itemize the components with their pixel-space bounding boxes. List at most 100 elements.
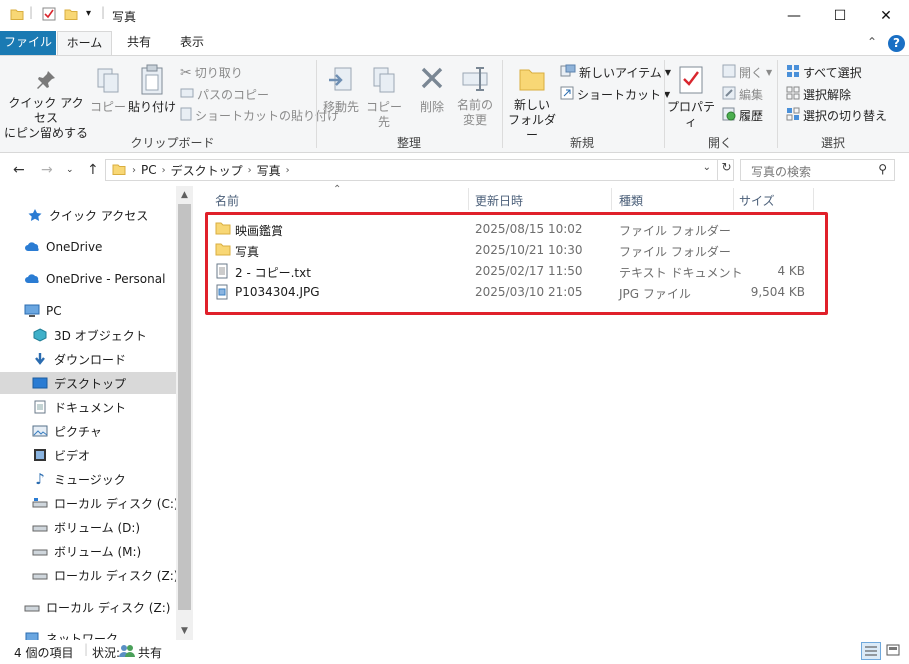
pin-quick-access-button[interactable]: クイック アクセス にピン留めする (4, 68, 88, 141)
status-bar: 4 個の項目 | 状況: 共有 (0, 640, 909, 664)
copy-to-label: コピー先 (365, 100, 402, 129)
rename-button[interactable]: 名前の 変更 (452, 64, 498, 128)
nav-item-volume-d[interactable]: ボリューム (D:) (0, 516, 176, 538)
edit-button[interactable]: 編集 (722, 86, 763, 103)
move-to-button[interactable]: 移動先 (320, 66, 362, 115)
scroll-thumb[interactable] (178, 204, 191, 610)
column-header-name[interactable]: 名前 (215, 192, 239, 209)
scroll-down-icon[interactable]: ▼ (176, 626, 193, 636)
nav-item-onedrive-personal[interactable]: OneDrive - Personal (0, 268, 176, 290)
nav-item-3d-objects[interactable]: 3D オブジェクト (0, 324, 176, 346)
tab-share[interactable]: 共有 (115, 31, 163, 55)
breadcrumb-desktop[interactable]: デスクトップ (171, 162, 243, 179)
new-item-button[interactable]: 新しいアイテム ▼ (560, 64, 671, 81)
crumb-separator-icon[interactable]: › (162, 165, 166, 176)
item-count: 4 個の項目 (14, 646, 74, 660)
shortcut-button[interactable]: ショートカット ▼ (560, 86, 670, 103)
crumb-separator-icon[interactable]: › (248, 165, 252, 176)
properties-button[interactable]: プロパティ (666, 64, 716, 130)
properties-icon (679, 66, 703, 94)
collapse-ribbon-icon[interactable]: ⌃ (867, 35, 877, 49)
qa-separator: | (29, 5, 34, 19)
history-button[interactable]: 履歴 (722, 107, 763, 124)
nav-item-volume-m[interactable]: ボリューム (M:) (0, 540, 176, 562)
move-to-icon (329, 67, 352, 91)
nav-label: クイック アクセス (49, 208, 149, 223)
copy-to-button[interactable]: コピー先 (363, 66, 405, 130)
scroll-up-icon[interactable]: ▲ (176, 190, 193, 200)
highlight-box (205, 212, 828, 315)
breadcrumb-pc[interactable]: PC (141, 163, 157, 177)
crumb-separator-icon[interactable]: › (132, 165, 136, 176)
tab-home[interactable]: ホーム (57, 31, 112, 56)
organize-group-label: 整理 (396, 136, 421, 150)
new-folder-qa-icon[interactable] (64, 7, 78, 24)
column-divider[interactable] (813, 188, 814, 210)
delete-icon (421, 67, 443, 89)
back-icon[interactable]: ← (13, 162, 25, 178)
minimize-button[interactable]: — (771, 0, 817, 31)
nav-item-local-disk-z-2[interactable]: ローカル ディスク (Z:) (0, 596, 176, 618)
nav-item-local-disk-z[interactable]: ローカル ディスク (Z:) (0, 564, 176, 586)
search-input[interactable]: 写真の検索 ⚲ (740, 159, 895, 181)
forward-icon[interactable]: → (41, 162, 53, 178)
nav-item-pc[interactable]: PC (0, 300, 176, 322)
refresh-icon[interactable]: ↻ (717, 160, 735, 180)
nav-item-music[interactable]: ♪ ミュージック (0, 468, 176, 490)
search-icon[interactable]: ⚲ (878, 162, 887, 176)
breadcrumb-photos[interactable]: 写真 (257, 162, 281, 179)
drive-icon (32, 519, 48, 535)
nav-item-desktop[interactable]: デスクトップ (0, 372, 176, 394)
address-dropdown-icon[interactable]: ⌄ (703, 162, 711, 173)
crumb-separator-icon[interactable]: › (286, 165, 290, 176)
nav-item-local-disk-c[interactable]: ローカル ディスク (C:) (0, 492, 176, 514)
copy-button[interactable]: コピー (90, 66, 126, 115)
nav-item-videos[interactable]: ビデオ (0, 444, 176, 466)
folder-icon (10, 7, 24, 24)
close-button[interactable]: ✕ (863, 0, 909, 31)
tab-file[interactable]: ファイル (0, 31, 56, 55)
address-bar[interactable]: › PC › デスクトップ › 写真 › ⌄ ↻ (105, 159, 734, 181)
large-icons-view-icon[interactable] (884, 642, 904, 660)
qa-dropdown-icon[interactable]: ▾ (86, 8, 91, 19)
nav-item-documents[interactable]: ドキュメント (0, 396, 176, 418)
maximize-button[interactable]: ☐ (817, 0, 863, 31)
nav-item-onedrive[interactable]: OneDrive (0, 236, 176, 258)
pc-icon (24, 303, 40, 319)
desktop-icon (32, 375, 48, 391)
details-view-icon[interactable] (861, 642, 881, 660)
nav-scrollbar[interactable]: ▲ ▼ (176, 186, 193, 640)
column-header-date[interactable]: 更新日時 (475, 192, 523, 209)
paste-button[interactable]: 貼り付け (128, 64, 176, 115)
invert-selection-button[interactable]: 選択の切り替え (786, 107, 887, 124)
nav-item-pictures[interactable]: ピクチャ (0, 420, 176, 442)
new-item-label: 新しいアイテム (579, 66, 662, 80)
nav-item-quick-access[interactable]: クイック アクセス (0, 204, 176, 226)
cut-button[interactable]: ✂ 切り取り (180, 64, 243, 81)
help-icon[interactable]: ? (888, 35, 905, 52)
select-group-label: 選択 (820, 136, 845, 150)
select-none-button[interactable]: 選択解除 (786, 86, 851, 103)
column-header-size[interactable]: サイズ (739, 192, 775, 209)
select-all-button[interactable]: すべて選択 (786, 64, 862, 81)
properties-qa-icon[interactable] (42, 7, 56, 24)
new-folder-button[interactable]: 新しい フォルダー (506, 64, 558, 143)
column-divider[interactable] (468, 188, 469, 210)
delete-button[interactable]: 削除 (414, 64, 450, 115)
close-icon: ✕ (880, 7, 892, 24)
copy-label: コピー (90, 100, 127, 114)
open-button[interactable]: 開く ▼ (722, 64, 772, 81)
up-icon[interactable]: ↑ (87, 162, 99, 178)
nav-label: ネットワーク (46, 631, 119, 641)
recent-dropdown-icon[interactable]: ⌄ (66, 165, 74, 175)
tab-view[interactable]: 表示 (168, 31, 216, 55)
column-divider[interactable] (733, 188, 734, 210)
column-divider[interactable] (611, 188, 612, 210)
copy-path-button[interactable]: パスのコピー (180, 86, 269, 103)
edit-label: 編集 (739, 88, 764, 102)
nav-item-downloads[interactable]: ダウンロード (0, 348, 176, 370)
star-icon (27, 207, 43, 223)
select-none-icon (786, 86, 800, 103)
column-header-type[interactable]: 種類 (619, 192, 643, 209)
nav-item-network[interactable]: ネットワーク (0, 627, 176, 640)
